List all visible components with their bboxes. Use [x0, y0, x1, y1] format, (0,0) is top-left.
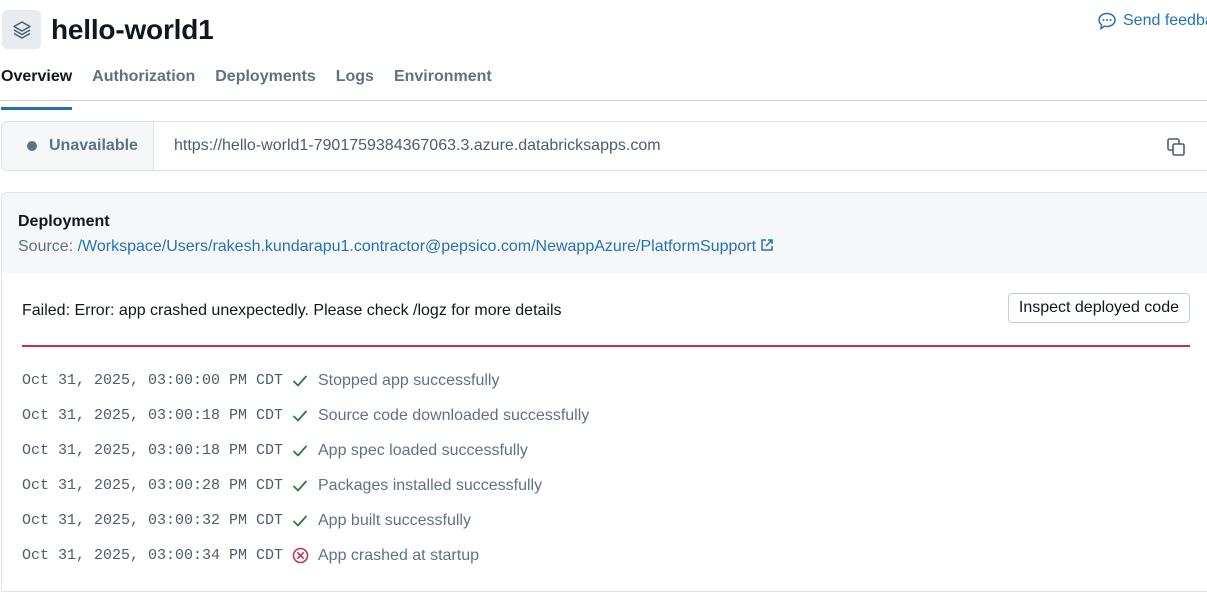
send-feedback-label[interactable]: Send feedback	[1123, 12, 1207, 30]
check-icon	[290, 441, 310, 461]
copy-url-button[interactable]	[1165, 136, 1187, 158]
log-message: App built successfully	[318, 511, 471, 529]
log-entry: Oct 31, 2025, 03:00:34 PM CDT App crashe…	[22, 538, 589, 573]
deployment-header: Deployment Source: /Workspace/Users/rake…	[2, 193, 1207, 273]
log-entry: Oct 31, 2025, 03:00:00 PM CDT Stopped ap…	[22, 363, 589, 398]
app-icon	[2, 10, 41, 49]
log-entry: Oct 31, 2025, 03:00:18 PM CDT Source cod…	[22, 398, 589, 433]
log-timestamp: Oct 31, 2025, 03:00:32 PM CDT	[22, 512, 284, 529]
error-message: Failed: Error: app crashed unexpectedly.…	[22, 302, 562, 319]
deployment-panel: Deployment Source: /Workspace/Users/rake…	[1, 192, 1207, 592]
external-link-icon	[761, 239, 773, 251]
status-badge: Unavailable	[2, 122, 154, 170]
copy-icon	[1167, 138, 1185, 156]
tab-authorization[interactable]: Authorization	[82, 64, 205, 100]
log-timestamp: Oct 31, 2025, 03:00:00 PM CDT	[22, 372, 284, 389]
log-entry: Oct 31, 2025, 03:00:18 PM CDT App spec l…	[22, 433, 589, 468]
tab-logs[interactable]: Logs	[326, 64, 384, 100]
log-message: Source code downloaded successfully	[318, 406, 590, 424]
log-timestamp: Oct 31, 2025, 03:00:18 PM CDT	[22, 442, 284, 459]
source-path-label[interactable]: /Workspace/Users/rakesh.kundarapu1.contr…	[78, 238, 756, 255]
log-entry: Oct 31, 2025, 03:00:28 PM CDT Packages i…	[22, 468, 589, 503]
tab-deployments[interactable]: Deployments	[205, 64, 325, 100]
page-header: hello-world1 Send feedback	[0, 0, 1207, 64]
log-message: App crashed at startup	[318, 546, 479, 564]
check-icon	[290, 511, 310, 531]
deployment-source: Source: /Workspace/Users/rakesh.kundarap…	[18, 238, 774, 256]
source-path-link[interactable]: /Workspace/Users/rakesh.kundarapu1.contr…	[78, 238, 774, 255]
check-icon	[290, 406, 310, 426]
tab-overview[interactable]: Overview	[0, 64, 82, 110]
tab-bar: Overview Authorization Deployments Logs …	[0, 64, 1207, 110]
log-timestamp: Oct 31, 2025, 03:00:28 PM CDT	[22, 477, 284, 494]
check-icon	[290, 476, 310, 496]
error-circle-icon	[290, 546, 310, 566]
log-message: Packages installed successfully	[318, 476, 543, 494]
app-url: https://hello-world1-7901759384367063.3.…	[174, 137, 661, 154]
check-icon	[290, 371, 310, 391]
log-timestamp: Oct 31, 2025, 03:00:34 PM CDT	[22, 547, 284, 564]
source-prefix: Source:	[18, 238, 78, 255]
deployment-title: Deployment	[18, 213, 110, 230]
status-dot-icon	[27, 141, 37, 151]
log-message: Stopped app successfully	[318, 371, 500, 389]
deployment-log-list: Oct 31, 2025, 03:00:00 PM CDT Stopped ap…	[22, 363, 589, 573]
log-entry: Oct 31, 2025, 03:00:32 PM CDT App built …	[22, 503, 589, 538]
page-title: hello-world1	[51, 14, 214, 45]
layers-icon	[12, 20, 31, 39]
chat-bubble-icon	[1098, 12, 1116, 31]
send-feedback-link[interactable]: Send feedback	[1097, 11, 1207, 31]
deployment-error-row: Failed: Error: app crashed unexpectedly.…	[22, 293, 1190, 347]
tab-environment[interactable]: Environment	[384, 64, 502, 100]
status-label: Unavailable	[49, 137, 138, 154]
log-message: App spec loaded successfully	[318, 441, 528, 459]
inspect-deployed-code-button[interactable]: Inspect deployed code	[1007, 293, 1190, 323]
app-status-bar: Unavailable https://hello-world1-7901759…	[1, 121, 1207, 171]
log-timestamp: Oct 31, 2025, 03:00:18 PM CDT	[22, 407, 284, 424]
